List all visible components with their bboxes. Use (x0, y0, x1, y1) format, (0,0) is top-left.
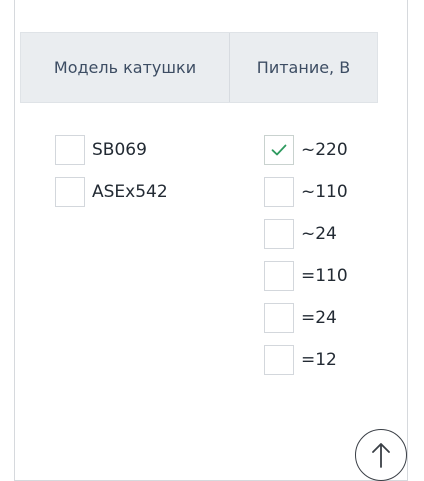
power-option-dc24[interactable]: =24 (264, 303, 337, 333)
checkbox-checked[interactable] (264, 135, 294, 165)
option-label: SB069 (92, 140, 147, 160)
checkbox[interactable] (264, 303, 294, 333)
model-option-sb069[interactable]: SB069 (55, 135, 147, 165)
power-option-dc12[interactable]: =12 (264, 345, 337, 375)
arrow-up-icon (372, 443, 390, 468)
power-option-ac110[interactable]: ~110 (264, 177, 348, 207)
option-label: =12 (301, 350, 337, 370)
checkbox[interactable] (264, 261, 294, 291)
option-label: ~220 (301, 140, 348, 160)
checkbox[interactable] (264, 219, 294, 249)
scroll-to-top-button[interactable] (355, 429, 407, 481)
checkbox[interactable] (55, 135, 85, 165)
column-header-model: Модель катушки (21, 33, 230, 102)
checkbox[interactable] (55, 177, 85, 207)
power-option-ac24[interactable]: ~24 (264, 219, 337, 249)
option-label: ~110 (301, 182, 348, 202)
power-option-ac220[interactable]: ~220 (264, 135, 348, 165)
option-label: =24 (301, 308, 337, 328)
check-icon (271, 144, 287, 156)
option-label: =110 (301, 266, 348, 286)
checkbox[interactable] (264, 177, 294, 207)
option-label: ASEx542 (92, 182, 168, 202)
checkbox[interactable] (264, 345, 294, 375)
column-header-power: Питание, В (256, 58, 351, 77)
power-option-dc110[interactable]: =110 (264, 261, 348, 291)
table-header: Модель катушки Питание, В (20, 32, 378, 103)
model-option-asex542[interactable]: ASEx542 (55, 177, 168, 207)
option-label: ~24 (301, 224, 337, 244)
